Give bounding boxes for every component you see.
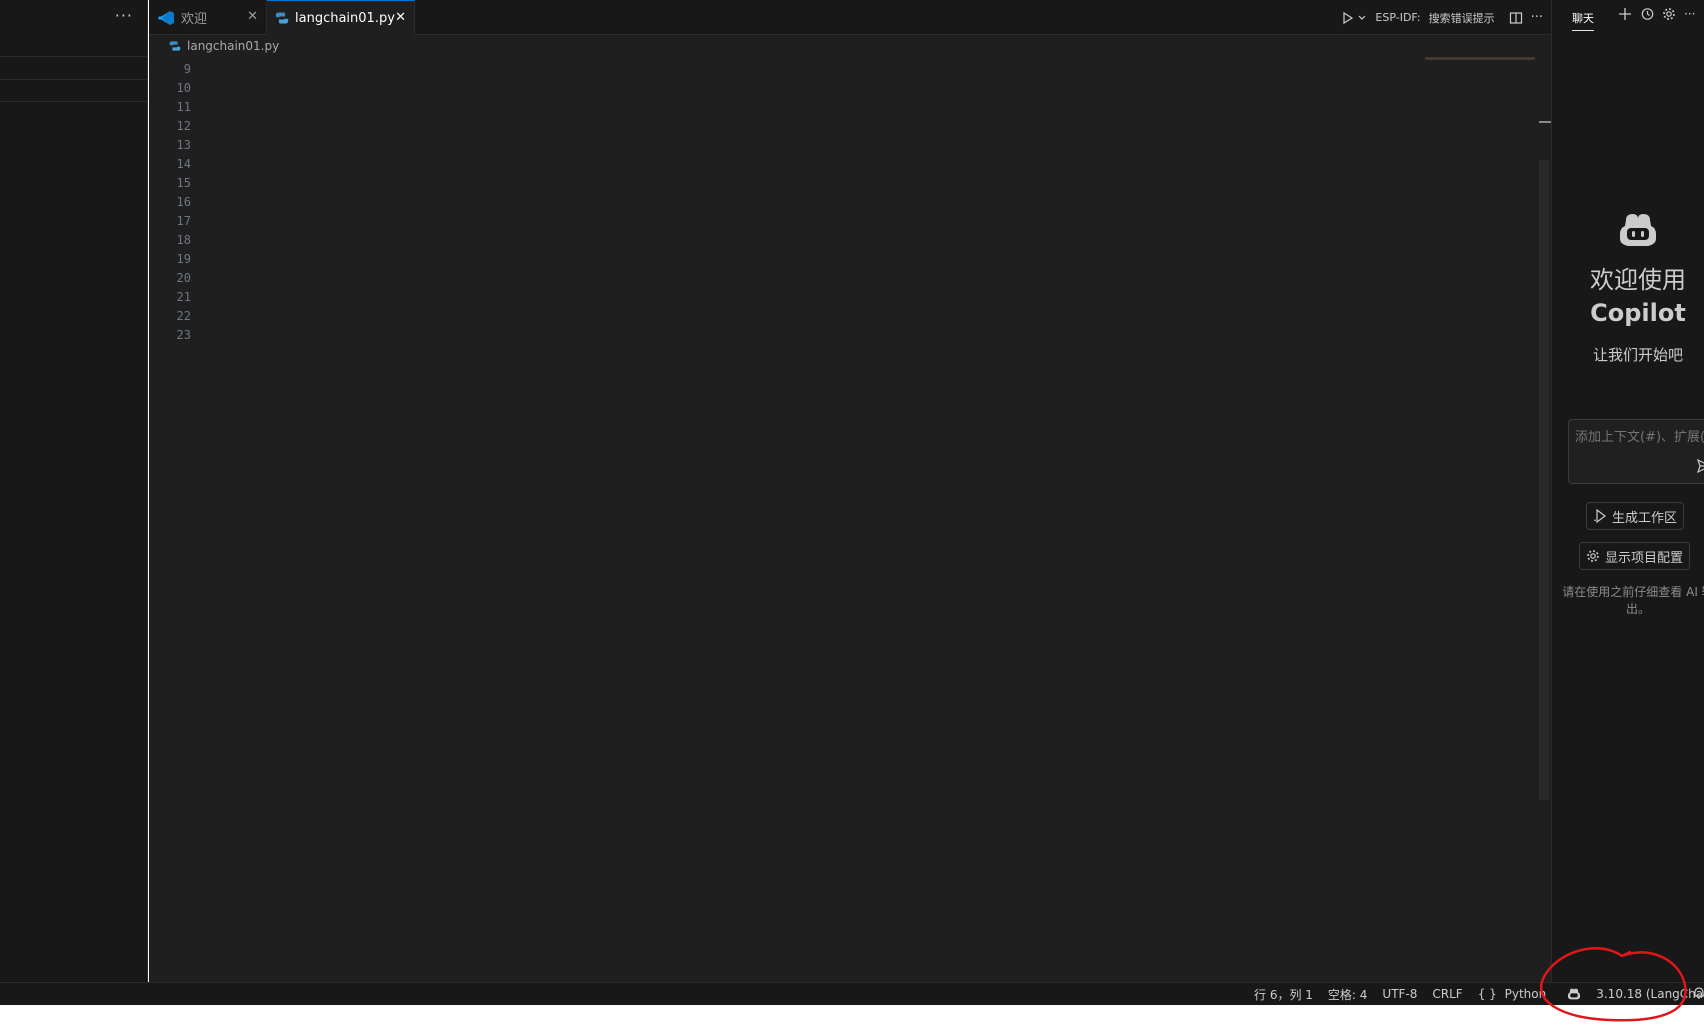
- line-number: 21: [176, 290, 191, 304]
- language-label: Python: [1504, 987, 1547, 1001]
- send-icon[interactable]: [1696, 458, 1704, 474]
- ai-disclaimer: 请在使用之前仔细查看 AI 输 出。: [1558, 584, 1704, 618]
- line-number: 13: [176, 138, 191, 152]
- tab-chat[interactable]: 聊天: [1572, 10, 1594, 31]
- tab-label: 欢迎: [181, 12, 208, 27]
- vscode-logo-icon: [158, 10, 174, 25]
- chat-header: 聊天 ···: [1552, 0, 1704, 35]
- sidebar-divider: [0, 56, 148, 57]
- cursor-position[interactable]: 行 6，列 1: [1254, 986, 1313, 1003]
- line-number-gutter: 9 10 11 12 13 14 15 16 17 18 19 20 21 22…: [149, 60, 191, 345]
- copilot-chat-panel: 聊天 ··· 欢迎使用 Copilot 让我们开始吧 添加上下文(#)、扩展(…: [1551, 0, 1704, 982]
- generate-workspace-label: 生成工作区: [1612, 510, 1678, 526]
- sidebar-more-actions-button[interactable]: ···: [115, 6, 133, 25]
- braces-icon: { }: [1477, 987, 1497, 1001]
- tab-langchain01[interactable]: langchain01.py ✕: [267, 0, 415, 35]
- language-mode[interactable]: { } Python: [1478, 987, 1547, 1001]
- line-number: 11: [176, 100, 191, 114]
- python-interpreter[interactable]: 3.10.18 (LangChain): [1596, 987, 1704, 1001]
- tab-welcome[interactable]: 欢迎 ✕: [149, 0, 267, 35]
- line-number: 10: [176, 81, 191, 95]
- chat-input[interactable]: [1575, 430, 1704, 445]
- split-editor-icon[interactable]: [1509, 11, 1523, 25]
- line-number: 18: [176, 233, 191, 247]
- sidebar-divider: [0, 101, 148, 102]
- encoding[interactable]: UTF-8: [1382, 987, 1417, 1001]
- disclaimer-line: 请在使用之前仔细查看 AI 输: [1562, 585, 1704, 599]
- disclaimer-line: 出。: [1625, 602, 1650, 616]
- show-config-label: 显示项目配置: [1605, 550, 1684, 566]
- search-error-button[interactable]: 搜索错误提示: [1429, 10, 1495, 26]
- sidebar-divider: [0, 79, 148, 80]
- chevron-down-icon[interactable]: [1357, 13, 1367, 23]
- line-number: 17: [176, 214, 191, 228]
- line-number: 20: [176, 271, 191, 285]
- history-icon[interactable]: [1640, 7, 1654, 21]
- python-file-icon: [169, 41, 181, 51]
- line-number: 22: [176, 309, 191, 323]
- vscode-window: ··· 欢迎 ✕ langchain01.py ✕ ESP-IDF: 搜索错误提…: [0, 0, 1704, 1025]
- run-icon[interactable]: [1341, 11, 1355, 25]
- minimap[interactable]: [1425, 57, 1535, 60]
- tab-bar: 欢迎 ✕ langchain01.py ✕ ESP-IDF: 搜索错误提示 ··…: [149, 0, 1551, 35]
- esp-idf-label: ESP-IDF:: [1375, 11, 1421, 24]
- status-items: 行 6，列 1 空格: 4 UTF-8 CRLF { } Python 3.10…: [1254, 983, 1704, 1005]
- close-icon[interactable]: ✕: [395, 10, 406, 25]
- chat-input-box[interactable]: [1568, 419, 1704, 484]
- line-number: 9: [183, 62, 191, 76]
- welcome-title-line: Copilot: [1590, 299, 1686, 327]
- copilot-status-icon[interactable]: [1567, 988, 1581, 1000]
- welcome-title-line: 欢迎使用: [1590, 266, 1686, 294]
- gear-icon[interactable]: [1662, 7, 1676, 21]
- generate-workspace-button[interactable]: 生成工作区: [1586, 502, 1685, 530]
- python-file-icon: [275, 12, 289, 24]
- welcome-title: 欢迎使用 Copilot: [1552, 264, 1704, 330]
- overview-ruler-mark: [1539, 121, 1551, 123]
- bell-icon[interactable]: [1692, 986, 1704, 1000]
- line-ending[interactable]: CRLF: [1432, 987, 1462, 1001]
- tab-label: langchain01.py: [295, 10, 395, 26]
- line-number: 14: [176, 157, 191, 171]
- line-number: 19: [176, 252, 191, 266]
- gear-icon: [1587, 550, 1599, 562]
- line-number: 12: [176, 119, 191, 133]
- indentation[interactable]: 空格: 4: [1328, 986, 1368, 1003]
- chat-actions: ···: [1618, 7, 1695, 21]
- more-actions-icon[interactable]: ···: [1684, 7, 1695, 21]
- line-number: 23: [176, 328, 191, 342]
- new-chat-icon[interactable]: [1618, 7, 1632, 21]
- breadcrumb-file[interactable]: langchain01.py: [187, 39, 279, 53]
- breadcrumb: langchain01.py: [149, 35, 1551, 57]
- scrollbar-thumb[interactable]: [1539, 160, 1549, 800]
- more-actions-icon[interactable]: ···: [1531, 10, 1543, 25]
- copilot-logo-icon: [1620, 214, 1656, 246]
- status-bar: 行 6，列 1 空格: 4 UTF-8 CRLF { } Python 3.10…: [0, 982, 1704, 1005]
- explorer-sidebar: ···: [0, 0, 148, 982]
- file-sparkle-icon: [1594, 509, 1606, 523]
- line-number: 16: [176, 195, 191, 209]
- close-icon[interactable]: ✕: [247, 9, 258, 24]
- editor-group: 欢迎 ✕ langchain01.py ✕ ESP-IDF: 搜索错误提示 ··…: [149, 0, 1551, 982]
- line-number: 15: [176, 176, 191, 190]
- show-config-button[interactable]: 显示项目配置: [1579, 542, 1691, 570]
- welcome-subtitle: 让我们开始吧: [1592, 346, 1683, 364]
- editor-toolbar: ESP-IDF: 搜索错误提示 ···: [1341, 0, 1543, 35]
